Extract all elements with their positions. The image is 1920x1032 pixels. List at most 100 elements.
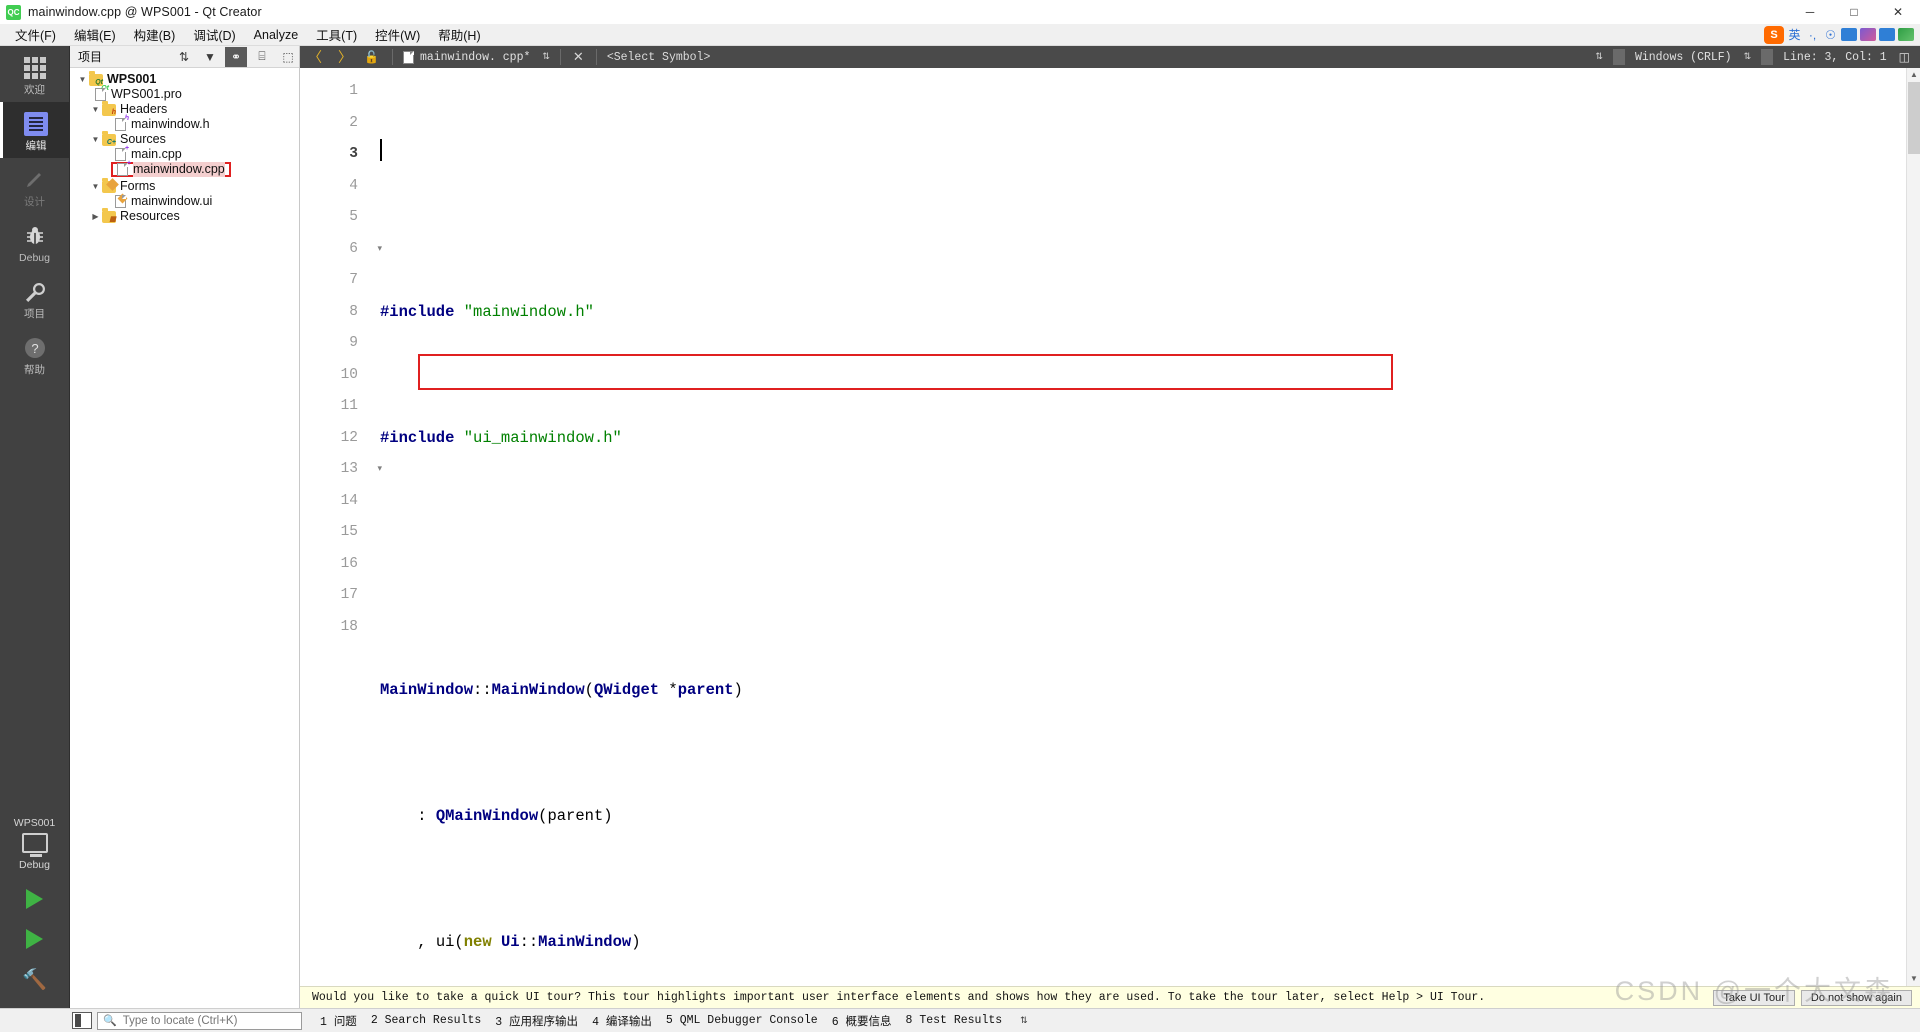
code-line: #include "mainwindow.h": [380, 302, 594, 321]
tree-item-main-cpp[interactable]: + main.cpp: [70, 145, 299, 162]
tree-item-headers[interactable]: ▼ h Headers: [70, 100, 299, 117]
do-not-show-again-button[interactable]: Do not show again: [1800, 989, 1912, 1006]
mode-welcome[interactable]: 欢迎: [0, 46, 70, 102]
search-input[interactable]: 🔍: [97, 1011, 302, 1030]
output-pane-toggle-icon[interactable]: [72, 1012, 92, 1029]
code-text[interactable]: #include "mainwindow.h" #include "ui_mai…: [370, 68, 1920, 986]
output-pane-qml-debugger-console[interactable]: 5 QML Debugger Console: [666, 1014, 818, 1027]
expand-arrow-icon[interactable]: ▼: [89, 135, 102, 144]
mode-debug[interactable]: Debug: [0, 214, 70, 270]
code-line: #include "ui_mainwindow.h": [380, 428, 622, 447]
output-pane-search-results[interactable]: 2 Search Results: [371, 1014, 481, 1027]
apps-icon[interactable]: [1898, 28, 1914, 41]
output-pane-buttons: 1 问题 2 Search Results 3 应用程序输出 4 编译输出 5 …: [302, 1013, 1028, 1029]
output-pane-general-messages[interactable]: 6 概要信息: [832, 1013, 892, 1029]
kit-build-config: Debug: [19, 859, 50, 871]
menu-debug[interactable]: 调试(D): [184, 23, 244, 46]
unlocked-icon[interactable]: 🔓: [360, 50, 388, 65]
take-ui-tour-button[interactable]: Take UI Tour: [1713, 989, 1795, 1006]
link-with-editor-icon[interactable]: ⚭: [225, 46, 247, 67]
collapse-arrow-icon[interactable]: ▶: [89, 212, 102, 221]
navigate-forward-icon[interactable]: 〉: [330, 47, 360, 67]
header-file-icon: h: [115, 115, 129, 131]
expand-arrow-icon[interactable]: ▼: [89, 105, 102, 114]
text-encoding-dropdown-icon[interactable]: ⇅: [1738, 52, 1758, 62]
document-list-dropdown-icon[interactable]: ⇅: [536, 52, 556, 62]
editor-vertical-scrollbar[interactable]: ▲ ▼: [1906, 68, 1920, 986]
line-number: 5: [349, 209, 358, 225]
wrench-icon: [22, 279, 48, 305]
close-document-icon[interactable]: ✕: [565, 50, 592, 65]
text-caret: [380, 139, 382, 161]
skin-icon[interactable]: [1860, 28, 1876, 41]
debug-button[interactable]: [26, 929, 43, 949]
mode-help[interactable]: ? 帮助: [0, 326, 70, 382]
filter-icon[interactable]: ▼: [199, 47, 221, 67]
editor-toolbar: 〈 〉 🔓 mainwindow. cpp* ⇅ ✕ <Select Symbo…: [300, 46, 1920, 68]
scrollbar-thumb[interactable]: [1908, 82, 1920, 154]
forms-folder-icon: [102, 177, 119, 193]
filter-sort-icon[interactable]: ⇅: [173, 47, 195, 67]
build-button[interactable]: 🔨: [22, 967, 47, 992]
cpp-file-icon: +: [117, 160, 131, 176]
locator-input[interactable]: [120, 1013, 286, 1028]
split-editor-icon[interactable]: ◫: [1893, 50, 1916, 65]
tree-item-resources[interactable]: ▶ ▦ Resources: [70, 207, 299, 224]
menu-bar: 文件(F) 编辑(E) 构建(B) 调试(D) Analyze 工具(T) 控件…: [0, 24, 1920, 46]
tree-item-mainwindow-ui[interactable]: mainwindow.ui: [70, 193, 299, 209]
mic-icon[interactable]: ☉: [1823, 28, 1838, 42]
ime-punctuation-icon[interactable]: ·,: [1805, 28, 1820, 42]
output-pane-application-output[interactable]: 3 应用程序输出: [495, 1013, 578, 1029]
expand-arrow-icon[interactable]: ▼: [76, 75, 89, 84]
tree-item-sources[interactable]: ▼ C+ Sources: [70, 130, 299, 147]
line-ending-dropdown-icon[interactable]: ⇅: [1589, 52, 1609, 62]
output-pane-test-results[interactable]: 8 Test Results: [906, 1014, 1003, 1027]
tree-item-pro-file[interactable]: Qt WPS001.pro: [70, 85, 299, 102]
minimize-button[interactable]: ─: [1788, 0, 1832, 24]
line-number: 9: [349, 335, 358, 351]
symbol-selector[interactable]: <Select Symbol>: [601, 51, 717, 64]
tree-item-mainwindow-cpp[interactable]: + mainwindow.cpp: [70, 160, 299, 177]
menu-help[interactable]: 帮助(H): [429, 23, 489, 46]
line-number: 1: [349, 83, 358, 99]
menu-build[interactable]: 构建(B): [125, 23, 185, 46]
toolbox-icon[interactable]: [1879, 28, 1895, 41]
maximize-button[interactable]: □: [1832, 0, 1876, 24]
output-pane-issues[interactable]: 1 问题: [320, 1013, 357, 1029]
expand-arrow-icon[interactable]: ▼: [89, 182, 102, 191]
sogou-ime-logo[interactable]: S: [1764, 25, 1784, 44]
menu-analyze[interactable]: Analyze: [245, 26, 307, 44]
line-ending-label[interactable]: Windows (CRLF): [1629, 51, 1738, 64]
mode-edit[interactable]: 编辑: [0, 102, 70, 158]
run-button[interactable]: [26, 889, 43, 909]
qt-project-folder-icon: Qt: [89, 70, 103, 86]
cpp-file-icon: [402, 50, 414, 64]
close-pane-icon[interactable]: ⬚: [277, 47, 299, 67]
menu-edit[interactable]: 编辑(E): [65, 23, 125, 46]
line-number: 7: [349, 272, 358, 288]
code-highlight-box: [418, 354, 1393, 390]
output-pane-expand-icon[interactable]: ⇅: [1016, 1016, 1028, 1026]
ime-language-icon[interactable]: 英: [1787, 26, 1802, 43]
kit-project-name: WPS001: [13, 817, 56, 829]
menu-file[interactable]: 文件(F): [6, 23, 65, 46]
line-number: 8: [349, 303, 358, 320]
close-button[interactable]: ✕: [1876, 0, 1920, 24]
resources-folder-icon: ▦: [102, 207, 116, 223]
cpp-file-icon: +: [115, 145, 129, 161]
open-document-chip[interactable]: mainwindow. cpp*: [397, 50, 536, 64]
output-pane-compile-output[interactable]: 4 编译输出: [592, 1013, 652, 1029]
menu-tools[interactable]: 工具(T): [307, 23, 366, 46]
mode-design[interactable]: 设计: [0, 158, 70, 214]
scroll-up-icon: ▲: [1907, 68, 1920, 82]
navigate-back-icon[interactable]: 〈: [300, 47, 330, 67]
menu-widgets[interactable]: 控件(W): [366, 23, 429, 46]
tree-item-forms[interactable]: ▼ Forms: [70, 177, 299, 194]
tree-label: main.cpp: [131, 147, 182, 161]
tree-item-mainwindow-h[interactable]: h mainwindow.h: [70, 115, 299, 132]
keyboard-icon[interactable]: [1841, 28, 1857, 41]
split-icon[interactable]: ⌸: [251, 47, 273, 67]
kit-selector[interactable]: WPS001 Debug: [0, 813, 70, 879]
mode-projects[interactable]: 项目: [0, 270, 70, 326]
